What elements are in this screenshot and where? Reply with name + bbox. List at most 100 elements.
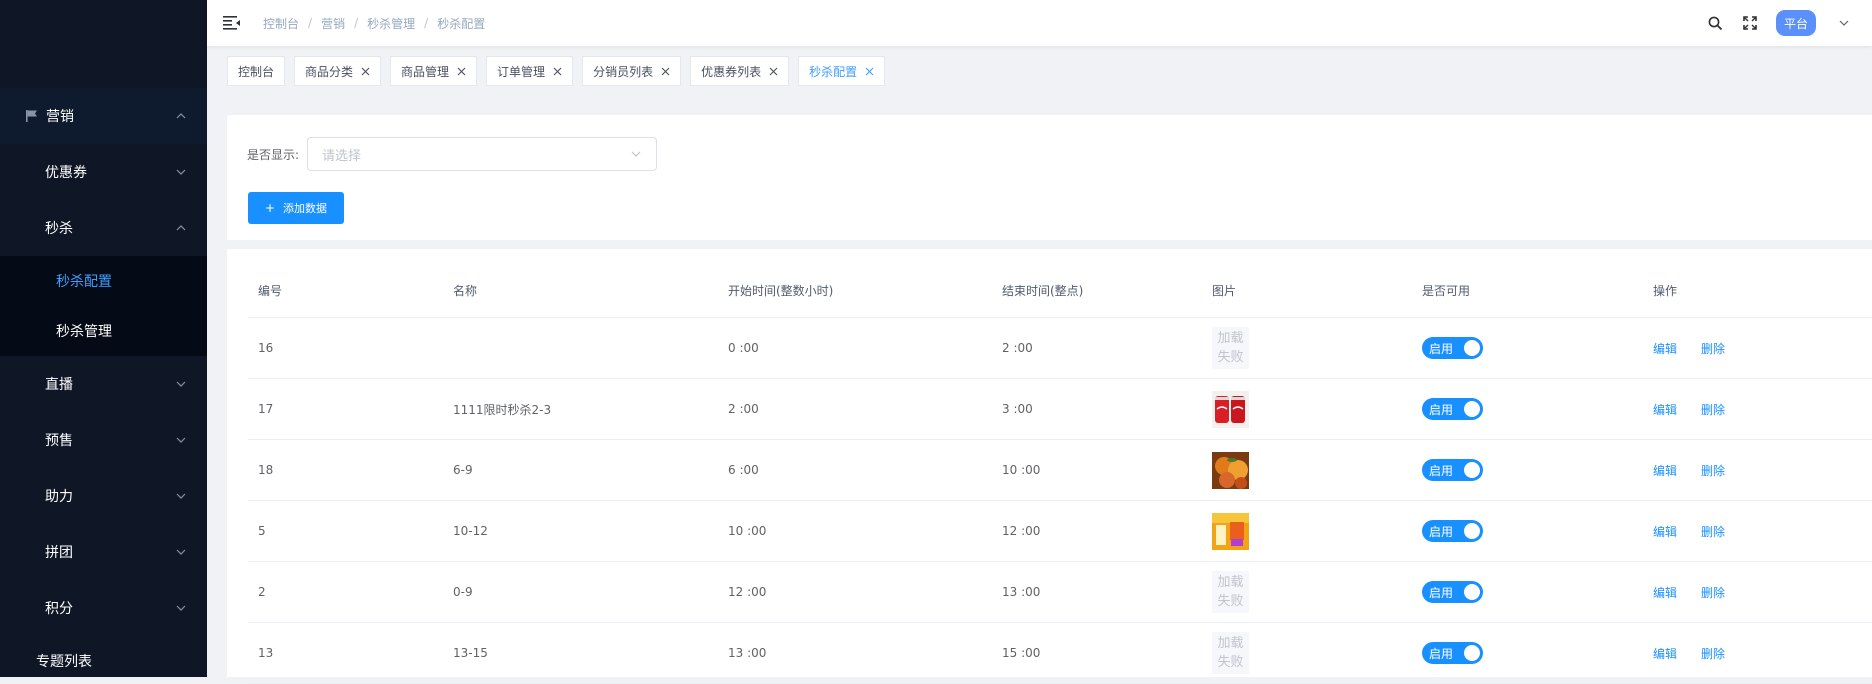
platform-badge[interactable]: 平台 — [1775, 10, 1816, 36]
cell-enabled: 启用 — [1412, 561, 1643, 623]
product-thumbnail-fruit[interactable] — [1212, 451, 1249, 489]
close-icon[interactable] — [661, 67, 670, 76]
tag-coupon-list[interactable]: 优惠券列表 — [690, 56, 790, 86]
sidebar-item-topics[interactable]: 专题列表 — [0, 636, 207, 677]
product-thumbnail-promo[interactable] — [1212, 512, 1249, 550]
delete-link[interactable]: 删除 — [1701, 586, 1725, 600]
cell-actions: 编辑 删除 — [1643, 500, 1872, 562]
sidebar-item-group-buy[interactable]: 拼团 — [0, 524, 207, 580]
cell-name — [443, 317, 718, 379]
cell-end: 10 :00 — [992, 439, 1202, 501]
menu-toggle-icon[interactable] — [223, 15, 241, 31]
sidebar-item-label: 秒杀 — [45, 221, 73, 237]
sidebar-item-presale[interactable]: 预售 — [0, 412, 207, 468]
add-data-label: 添加数据 — [283, 202, 328, 215]
tag-distributor-list[interactable]: 分销员列表 — [582, 56, 682, 86]
delete-link[interactable]: 删除 — [1701, 464, 1725, 478]
show-status-select[interactable]: 请选择 — [307, 137, 658, 171]
breadcrumb-item[interactable]: 营销 — [321, 15, 345, 32]
edit-link[interactable]: 编辑 — [1653, 525, 1677, 539]
sidebar-item-label: 助力 — [45, 489, 73, 505]
cell-enabled: 启用 — [1412, 622, 1643, 684]
delete-link[interactable]: 删除 — [1701, 403, 1725, 417]
seckill-table: 编号 名称 开始时间(整数小时) 结束时间(整点) 图片 是否可用 操作 16 … — [248, 264, 1872, 684]
product-thumbnail-cans[interactable] — [1212, 390, 1249, 428]
edit-link[interactable]: 编辑 — [1653, 342, 1677, 356]
sidebar-item-assist[interactable]: 助力 — [0, 468, 207, 524]
delete-link[interactable]: 删除 — [1701, 647, 1725, 661]
cell-start: 10 :00 — [718, 500, 992, 562]
cell-enabled: 启用 — [1412, 439, 1643, 501]
chevron-up-icon — [176, 113, 186, 119]
enabled-switch[interactable]: 启用 — [1422, 520, 1483, 542]
edit-link[interactable]: 编辑 — [1653, 586, 1677, 600]
tag-product-manage[interactable]: 商品管理 — [390, 56, 478, 86]
breadcrumb-item[interactable]: 秒杀管理 — [367, 15, 415, 32]
tag-dashboard[interactable]: 控制台 — [227, 56, 286, 86]
tag-order-manage[interactable]: 订单管理 — [486, 56, 574, 86]
delete-link[interactable]: 删除 — [1701, 525, 1725, 539]
image-load-failed: 加载 失败 — [1212, 632, 1249, 674]
close-icon[interactable] — [769, 67, 778, 76]
sidebar-item-seckill[interactable]: 秒杀 — [0, 200, 207, 256]
cell-image: 加载 失败 — [1202, 622, 1412, 684]
cell-end: 15 :00 — [992, 622, 1202, 684]
table-row: 5 10-12 10 :00 12 :00 启用 编辑 删除 — [248, 500, 1872, 562]
edit-link[interactable]: 编辑 — [1653, 647, 1677, 661]
cell-id: 17 — [248, 378, 443, 440]
cell-enabled: 启用 — [1412, 317, 1643, 379]
sidebar-section-label: 营销 — [46, 109, 74, 125]
chevron-down-icon — [176, 169, 186, 175]
sidebar-item-live[interactable]: 直播 — [0, 356, 207, 412]
delete-link[interactable]: 删除 — [1701, 342, 1725, 356]
enabled-switch[interactable]: 启用 — [1422, 337, 1483, 359]
switch-knob — [1464, 523, 1480, 539]
breadcrumb-item[interactable]: 控制台 — [263, 15, 299, 32]
column-header-end: 结束时间(整点) — [992, 264, 1202, 318]
sidebar-item-label: 积分 — [45, 601, 73, 617]
cell-id: 18 — [248, 439, 443, 501]
tag-label: 分销员列表 — [593, 64, 654, 79]
close-icon[interactable] — [361, 67, 370, 76]
user-dropdown-chevron-icon[interactable] — [1838, 17, 1850, 29]
enabled-switch[interactable]: 启用 — [1422, 459, 1483, 481]
cell-id: 5 — [248, 500, 443, 562]
enabled-switch[interactable]: 启用 — [1422, 642, 1483, 664]
sidebar-subitem-seckill-config[interactable]: 秒杀配置 — [0, 256, 207, 306]
cell-end: 2 :00 — [992, 317, 1202, 379]
search-icon[interactable] — [1708, 15, 1724, 31]
close-icon[interactable] — [457, 67, 466, 76]
column-header-start: 开始时间(整数小时) — [718, 264, 992, 318]
cell-id: 16 — [248, 317, 443, 379]
edit-link[interactable]: 编辑 — [1653, 403, 1677, 417]
fullscreen-icon[interactable] — [1742, 15, 1758, 31]
tags-view: 控制台 商品分类 商品管理 订单管理 分销员列表 优惠券列表 秒杀配置 — [207, 47, 1872, 95]
tag-seckill-config[interactable]: 秒杀配置 — [798, 56, 886, 86]
image-fail-text: 加载 — [1217, 575, 1244, 590]
column-header-enabled: 是否可用 — [1412, 264, 1643, 318]
switch-knob — [1464, 584, 1480, 600]
add-data-button[interactable]: + 添加数据 — [248, 192, 344, 224]
chevron-up-icon — [176, 225, 186, 231]
cell-image — [1202, 500, 1412, 562]
sidebar-section-marketing[interactable]: 营销 — [0, 88, 207, 144]
sidebar-subitem-seckill-manage[interactable]: 秒杀管理 — [0, 306, 207, 356]
cell-end: 13 :00 — [992, 561, 1202, 623]
cell-id: 2 — [248, 561, 443, 623]
switch-label: 启用 — [1429, 524, 1454, 539]
enabled-switch[interactable]: 启用 — [1422, 398, 1483, 420]
sidebar-item-points[interactable]: 积分 — [0, 580, 207, 636]
image-fail-text: 加载 — [1217, 636, 1244, 651]
filter-label: 是否显示: — [247, 147, 300, 162]
table-row: 13 13-15 13 :00 15 :00 加载 失败 启用 编辑 删除 — [248, 622, 1872, 684]
sidebar-item-label: 直播 — [45, 377, 73, 393]
enabled-switch[interactable]: 启用 — [1422, 581, 1483, 603]
close-icon[interactable] — [553, 67, 562, 76]
close-icon[interactable] — [865, 67, 874, 76]
sidebar-item-coupon[interactable]: 优惠券 — [0, 144, 207, 200]
edit-link[interactable]: 编辑 — [1653, 464, 1677, 478]
tag-product-category[interactable]: 商品分类 — [294, 56, 382, 86]
column-header-image: 图片 — [1202, 264, 1412, 318]
sidebar-item-label: 专题列表 — [36, 654, 92, 670]
image-fail-text: 失败 — [1217, 655, 1244, 670]
